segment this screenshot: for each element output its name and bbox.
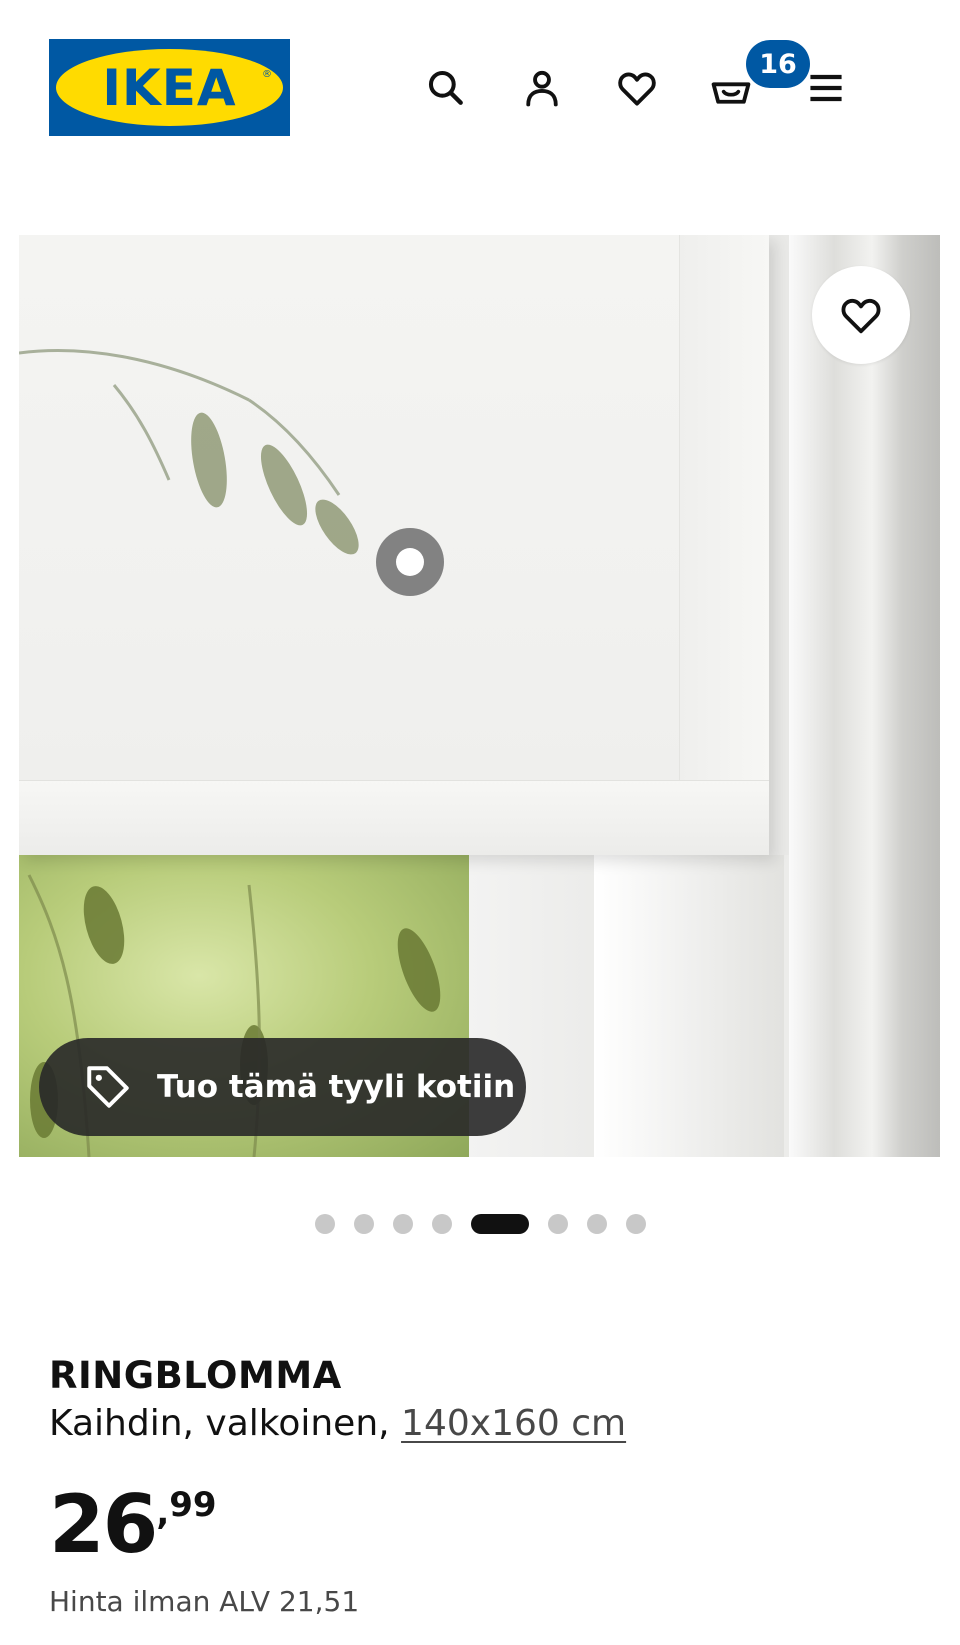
hotspot-dot-icon — [396, 548, 424, 576]
cart-icon — [711, 82, 751, 104]
product-description: Kaihdin, valkoinen, 140x160 cm — [49, 1403, 626, 1444]
user-icon — [526, 70, 558, 107]
plant-silhouette — [19, 349, 441, 1157]
product-size-link[interactable]: 140x160 cm — [401, 1403, 626, 1444]
menu-button[interactable] — [798, 60, 854, 116]
price-separator: , — [156, 1493, 170, 1533]
carousel-dot[interactable] — [431, 1214, 452, 1234]
logo-registered-mark: ® — [262, 69, 272, 80]
search-icon — [428, 70, 463, 105]
carousel-dot[interactable] — [353, 1214, 374, 1234]
price-decimal: 99 — [169, 1485, 217, 1525]
heart-icon — [841, 298, 881, 334]
shop-the-look-label: Tuo tämä tyyli kotiin — [157, 1069, 516, 1105]
image-carousel-dots — [0, 1212, 960, 1236]
favorites-button[interactable] — [609, 60, 665, 116]
shop-the-look-button[interactable]: Tuo tämä tyyli kotiin — [39, 1038, 526, 1136]
search-button[interactable] — [418, 60, 474, 116]
product-price: 26 , 99 — [49, 1485, 217, 1565]
menu-icon — [810, 74, 842, 102]
product-type: Kaihdin, valkoinen, — [49, 1403, 402, 1444]
product-hotspot[interactable] — [376, 528, 444, 596]
hero-favorite-button[interactable] — [812, 266, 910, 364]
price-excluding-vat: Hinta ilman ALV 21,51 — [49, 1585, 360, 1618]
carousel-dot[interactable] — [586, 1214, 607, 1234]
carousel-dot[interactable] — [625, 1214, 646, 1234]
carousel-dot[interactable] — [314, 1214, 335, 1234]
heart-icon — [618, 72, 656, 106]
price-integer: 26 — [49, 1478, 158, 1571]
product-name: RINGBLOMMA — [49, 1354, 342, 1397]
carousel-dot[interactable] — [392, 1214, 413, 1234]
logo-text: IKEA — [102, 58, 237, 117]
carousel-dot-active[interactable] — [470, 1214, 529, 1234]
site-header: IKEA ® 16 — [0, 0, 960, 180]
tag-icon — [87, 1066, 129, 1108]
product-image[interactable]: Tuo tämä tyyli kotiin — [19, 235, 940, 1157]
account-button[interactable] — [514, 60, 570, 116]
ikea-logo[interactable]: IKEA ® — [49, 39, 290, 136]
carousel-dot[interactable] — [547, 1214, 568, 1234]
